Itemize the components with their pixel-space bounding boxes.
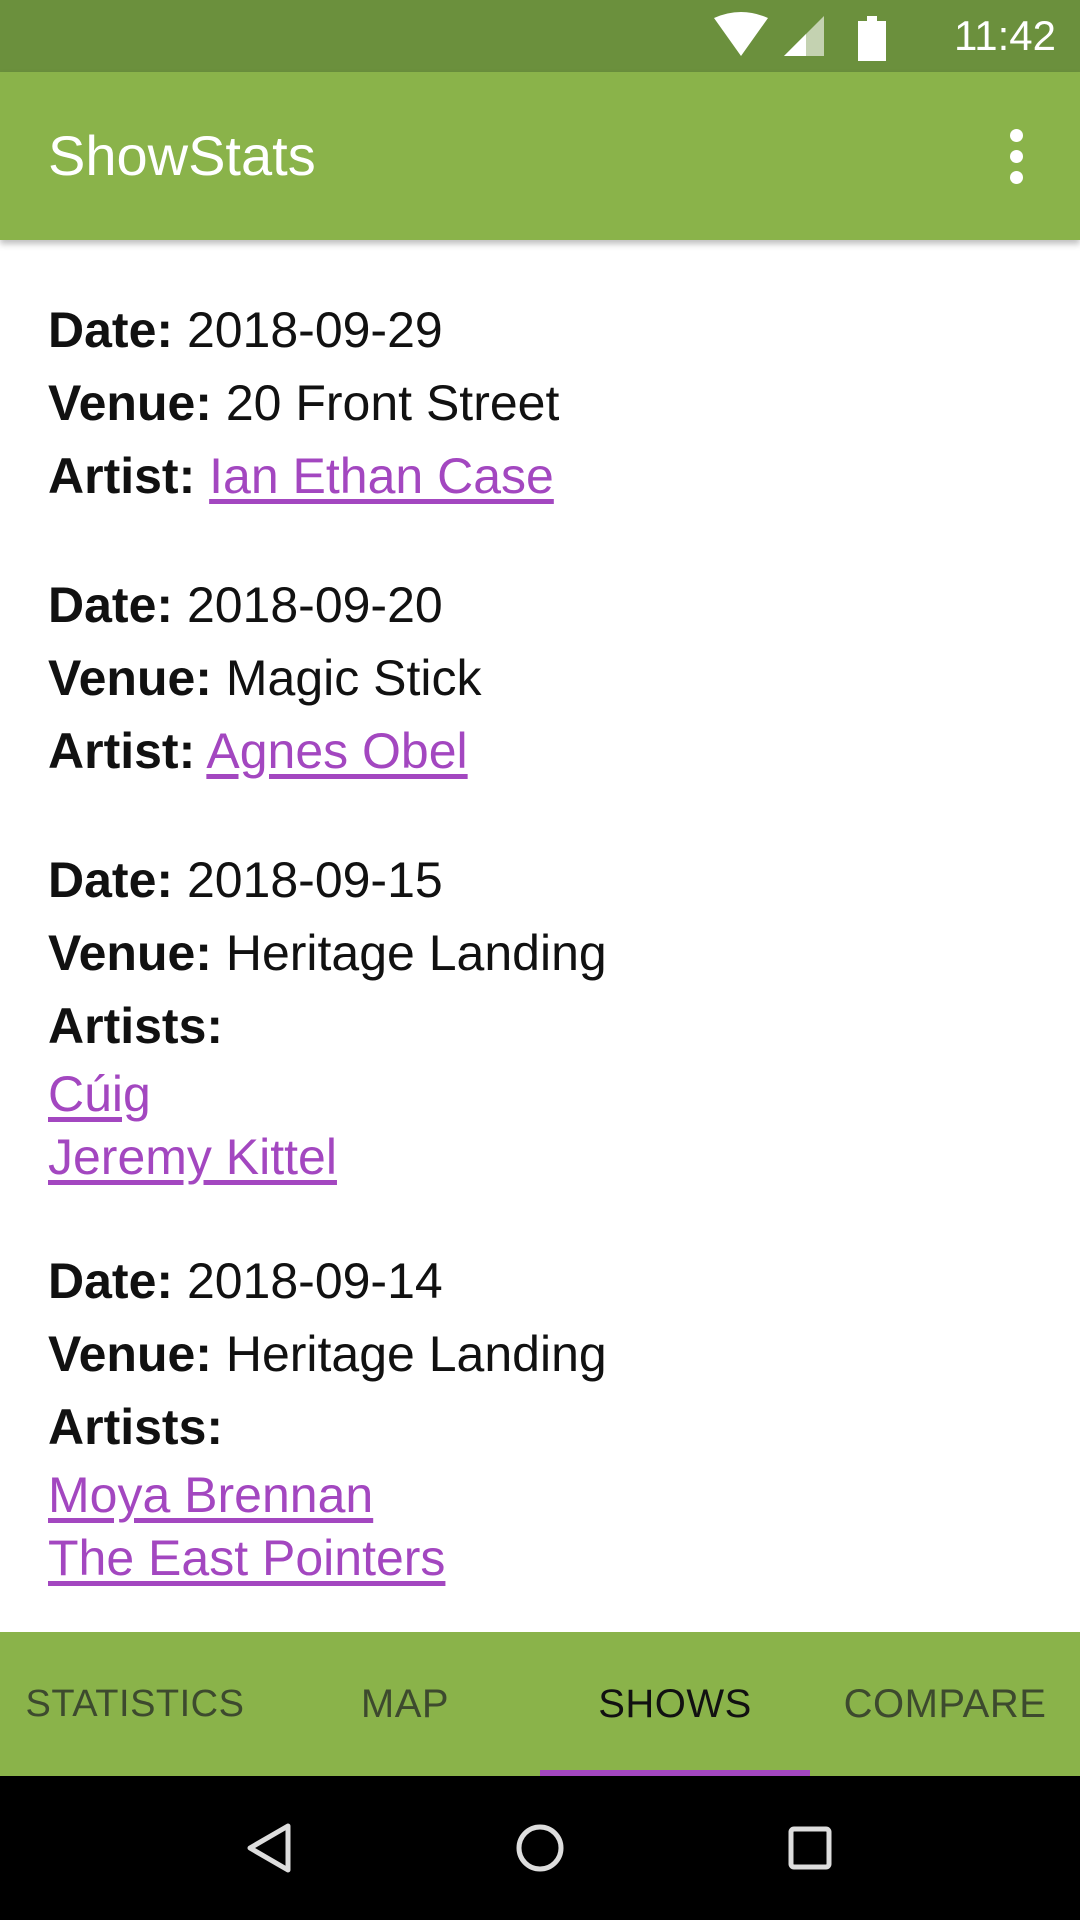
bottom-tab-bar: STATISTICS MAP SHOWS COMPARE — [0, 1632, 1080, 1776]
tab-label: STATISTICS — [25, 1682, 245, 1725]
tab-label: COMPARE — [843, 1681, 1047, 1726]
show-artists-row: Artists: — [48, 1391, 1080, 1464]
shows-list[interactable]: Date: 2018-09-29 Venue: 20 Front Street … — [0, 240, 1080, 1632]
artists-label: Artists: — [48, 1399, 224, 1455]
date-label: Date: — [48, 1253, 174, 1309]
show-date: 2018-09-14 — [186, 1253, 443, 1309]
show-date-row: Date: 2018-09-14 — [48, 1245, 1080, 1318]
tab-statistics[interactable]: STATISTICS — [0, 1632, 270, 1776]
show-date: 2018-09-15 — [186, 852, 443, 908]
artist-link[interactable]: The East Pointers — [48, 1530, 445, 1586]
show-venue-row: Venue: 20 Front Street — [48, 367, 1080, 440]
show-venue: Magic Stick — [225, 650, 482, 706]
artist-link[interactable]: Cúig — [48, 1066, 151, 1122]
date-label: Date: — [48, 302, 174, 358]
show-venue: 20 Front Street — [225, 375, 560, 431]
artist-link[interactable]: Jeremy Kittel — [48, 1129, 337, 1185]
show-item: Date: 2018-09-15 Venue: Heritage Landing… — [48, 844, 1080, 1189]
show-item: Date: 2018-09-20 Venue: Magic Stick Arti… — [48, 569, 1080, 788]
home-icon[interactable] — [510, 1818, 570, 1878]
artist-label: Artist: — [48, 723, 196, 779]
venue-label: Venue: — [48, 1326, 212, 1382]
date-label: Date: — [48, 852, 174, 908]
status-icons — [714, 12, 886, 61]
tab-label: SHOWS — [598, 1681, 752, 1726]
artist-link[interactable]: Moya Brennan — [48, 1467, 373, 1523]
tab-shows[interactable]: SHOWS — [540, 1632, 810, 1776]
wifi-icon — [714, 12, 768, 56]
back-icon[interactable] — [240, 1818, 300, 1878]
app-title: ShowStats — [48, 124, 316, 187]
show-artists-row: Artists: — [48, 990, 1080, 1063]
show-artist-row: Artist: Ian Ethan Case — [48, 440, 1080, 513]
artists-label: Artists: — [48, 998, 224, 1054]
tab-label: MAP — [360, 1681, 450, 1726]
status-time: 11:42 — [954, 12, 1056, 59]
show-venue: Heritage Landing — [225, 1326, 607, 1382]
recents-icon[interactable] — [780, 1818, 840, 1878]
show-item: Date: 2018-09-29 Venue: 20 Front Street … — [48, 294, 1080, 513]
show-artist-row: Artist: Agnes Obel — [48, 715, 1080, 788]
system-nav-bar — [0, 1776, 1080, 1920]
artist-label: Artist: — [48, 448, 196, 504]
tab-compare[interactable]: COMPARE — [810, 1632, 1080, 1776]
show-venue-row: Venue: Heritage Landing — [48, 917, 1080, 990]
venue-label: Venue: — [48, 650, 212, 706]
show-item: Date: 2018-09-14 Venue: Heritage Landing… — [48, 1245, 1080, 1590]
date-label: Date: — [48, 577, 174, 633]
battery-icon — [858, 16, 886, 61]
venue-label: Venue: — [48, 375, 212, 431]
artist-link[interactable]: Ian Ethan Case — [209, 448, 554, 504]
overflow-menu-button[interactable] — [988, 120, 1044, 192]
app-bar: ShowStats — [0, 72, 1080, 240]
show-date: 2018-09-29 — [186, 302, 443, 358]
status-bar: 11:42 — [0, 0, 1080, 72]
more-vert-icon — [1009, 128, 1023, 142]
show-venue-row: Venue: Magic Stick — [48, 642, 1080, 715]
show-venue-row: Venue: Heritage Landing — [48, 1318, 1080, 1391]
show-venue: Heritage Landing — [225, 925, 607, 981]
show-date-row: Date: 2018-09-29 — [48, 294, 1080, 367]
venue-label: Venue: — [48, 925, 212, 981]
show-date: 2018-09-20 — [186, 577, 443, 633]
show-date-row: Date: 2018-09-15 — [48, 844, 1080, 917]
artist-link[interactable]: Agnes Obel — [206, 723, 467, 779]
show-date-row: Date: 2018-09-20 — [48, 569, 1080, 642]
tab-map[interactable]: MAP — [270, 1632, 540, 1776]
